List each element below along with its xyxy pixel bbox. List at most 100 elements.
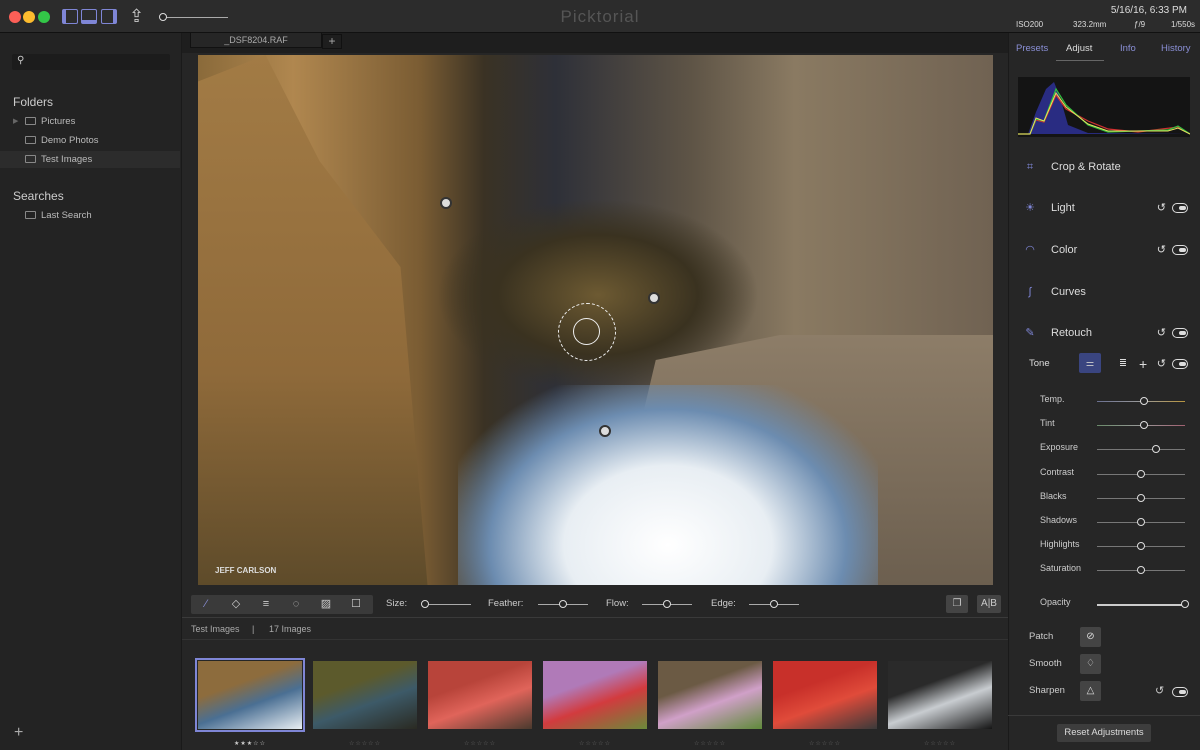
focal-length: 323.2mm xyxy=(1073,20,1107,29)
tool-patch[interactable]: Patch ⊘ xyxy=(1029,627,1179,647)
star-rating[interactable]: ☆☆☆☆☆ xyxy=(658,740,762,747)
folder-demo-photos[interactable]: Demo Photos xyxy=(0,132,180,149)
star-rating[interactable]: ☆☆☆☆☆ xyxy=(543,740,647,747)
filmstrip-thumbnail[interactable] xyxy=(773,661,877,729)
adjust-slider[interactable] xyxy=(1097,542,1185,551)
filmstrip-thumbnail[interactable] xyxy=(543,661,647,729)
fill-mask-icon[interactable]: ☐ xyxy=(343,595,369,614)
reset-icon[interactable]: ↺ xyxy=(1155,681,1164,701)
brush-icon[interactable]: ⁄ xyxy=(193,595,219,614)
eraser-icon[interactable]: ◇ xyxy=(223,595,249,614)
section-retouch[interactable]: ✎ Retouch ↺ xyxy=(1018,322,1190,344)
filmstrip-thumbnail[interactable] xyxy=(428,661,532,729)
slider-knob[interactable] xyxy=(1139,421,1148,430)
star-rating[interactable]: ☆☆☆☆☆ xyxy=(313,740,417,747)
folder-label: Demo Photos xyxy=(41,135,99,146)
triangle-icon[interactable]: △ xyxy=(1080,681,1101,701)
search-label: Last Search xyxy=(41,210,92,221)
flow-slider[interactable] xyxy=(642,600,692,608)
filmstrip-thumbnail[interactable] xyxy=(313,661,417,729)
folder-pictures[interactable]: ▶ Pictures xyxy=(0,113,180,130)
edge-slider[interactable] xyxy=(749,600,799,608)
folder-test-images[interactable]: Test Images xyxy=(0,151,180,168)
bandage-icon[interactable]: ⊘ xyxy=(1080,627,1101,647)
slider-row-temp: Temp. xyxy=(1040,394,1190,408)
star-rating[interactable]: ☆☆☆☆☆ xyxy=(773,740,877,747)
main-photo[interactable] xyxy=(198,55,993,585)
list-icon[interactable]: ≣ xyxy=(1119,353,1127,375)
reset-icon[interactable]: ↺ xyxy=(1157,239,1166,261)
adjust-slider[interactable] xyxy=(1097,397,1185,405)
enable-toggle[interactable] xyxy=(1172,687,1188,697)
radial-mask-icon[interactable]: ◌ xyxy=(283,595,309,614)
reset-icon[interactable]: ↺ xyxy=(1157,197,1166,219)
curve-icon: ∫ xyxy=(1028,286,1032,298)
adjust-slider[interactable] xyxy=(1097,518,1185,526)
slider-knob[interactable] xyxy=(1151,445,1160,454)
filmstrip-thumbnail[interactable] xyxy=(658,661,762,729)
enable-toggle[interactable] xyxy=(1172,203,1188,213)
drop-icon[interactable]: ♢ xyxy=(1080,654,1101,674)
section-light[interactable]: ☀ Light ↺ xyxy=(1018,197,1190,219)
slider-row-tint: Tint xyxy=(1040,418,1190,432)
mask-overlay-icon[interactable]: ▨ xyxy=(313,595,339,614)
folder-label: Test Images xyxy=(41,154,93,165)
filmstrip-thumbnail[interactable] xyxy=(195,658,305,732)
edge-label: Edge: xyxy=(711,598,736,609)
add-icon[interactable]: + xyxy=(1139,353,1147,375)
tab-adjust[interactable]: Adjust xyxy=(1066,43,1092,54)
enable-toggle[interactable] xyxy=(1172,328,1188,338)
slider-knob[interactable] xyxy=(1137,518,1145,526)
tab-active-image[interactable]: _DSF8204.RAF xyxy=(190,33,322,48)
adjust-slider[interactable] xyxy=(1097,469,1185,478)
opacity-slider[interactable] xyxy=(1097,600,1189,608)
reset-icon[interactable]: ↺ xyxy=(1157,322,1166,344)
search-icon: ⚲ xyxy=(17,55,25,66)
folder-icon xyxy=(25,211,36,219)
slider-label: Highlights xyxy=(1040,539,1080,550)
enable-toggle[interactable] xyxy=(1172,359,1188,369)
slider-knob[interactable] xyxy=(1137,566,1145,575)
tone-sliders-icon[interactable]: ⚌ xyxy=(1079,353,1101,373)
shutter: 1/550s xyxy=(1171,20,1196,29)
reset-icon[interactable]: ↺ xyxy=(1157,353,1166,375)
retouch-pin[interactable] xyxy=(440,197,452,209)
slider-knob[interactable] xyxy=(1137,493,1145,502)
adjust-slider[interactable] xyxy=(1097,493,1185,502)
search-last-search[interactable]: Last Search xyxy=(0,207,180,224)
filmstrip-folder: Test Images xyxy=(191,624,240,634)
slider-knob[interactable] xyxy=(1139,397,1148,405)
retouch-pin[interactable] xyxy=(599,425,611,437)
slider-knob[interactable] xyxy=(1137,542,1145,551)
adjust-slider[interactable] xyxy=(1097,421,1185,430)
add-tab-button[interactable]: + xyxy=(322,34,342,49)
reset-adjustments-button[interactable]: Reset Adjustments xyxy=(1057,724,1151,742)
tab-presets[interactable]: Presets xyxy=(1016,43,1048,54)
star-rating[interactable]: ☆☆☆☆☆ xyxy=(428,740,532,747)
compare-icon[interactable]: ❐ xyxy=(946,595,968,613)
histogram-blue xyxy=(1018,82,1190,134)
star-rating[interactable]: ★★★☆☆ xyxy=(198,740,302,747)
filmstrip-thumbnail[interactable] xyxy=(888,661,992,729)
tool-smooth[interactable]: Smooth ♢ xyxy=(1029,654,1179,674)
adjust-slider[interactable] xyxy=(1097,566,1185,575)
linear-gradient-icon[interactable]: ≡ xyxy=(253,595,279,614)
size-slider[interactable] xyxy=(421,600,471,608)
feather-slider[interactable] xyxy=(538,600,588,608)
section-color[interactable]: ◠ Color ↺ xyxy=(1018,239,1190,261)
retouch-pin[interactable] xyxy=(648,292,660,304)
tab-history[interactable]: History xyxy=(1161,43,1191,54)
add-folder-button[interactable]: + xyxy=(14,724,23,742)
section-crop-rotate[interactable]: ⌗ Crop & Rotate xyxy=(1018,156,1190,178)
tab-info[interactable]: Info xyxy=(1120,43,1136,54)
ab-compare-button[interactable]: A|B xyxy=(977,595,1001,613)
adjust-slider[interactable] xyxy=(1097,445,1185,454)
disclosure-icon[interactable]: ▶ xyxy=(13,113,18,130)
slider-row-exposure: Exposure xyxy=(1040,442,1190,456)
slider-knob[interactable] xyxy=(1137,469,1145,478)
enable-toggle[interactable] xyxy=(1172,245,1188,255)
search-input[interactable]: ⚲ xyxy=(12,54,170,70)
tool-sharpen[interactable]: Sharpen △ ↺ xyxy=(1029,681,1188,701)
star-rating[interactable]: ☆☆☆☆☆ xyxy=(888,740,992,747)
section-curves[interactable]: ∫ Curves xyxy=(1018,281,1190,303)
